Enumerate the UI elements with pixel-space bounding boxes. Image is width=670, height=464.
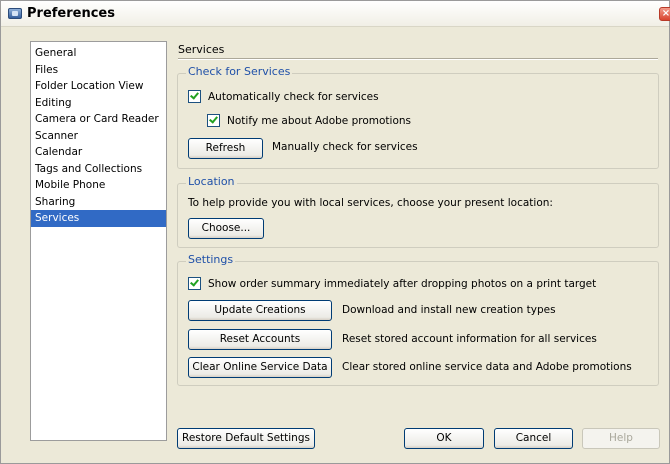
nav-item-general[interactable]: General <box>31 45 166 62</box>
nav-item-camera-or-card-reader[interactable]: Camera or Card Reader <box>31 111 166 128</box>
update-creations-description: Download and install new creation types <box>342 304 556 316</box>
checkmark-icon <box>190 277 199 287</box>
clear-online-service-data-description: Clear stored online service data and Ado… <box>342 361 632 373</box>
nav-item-sharing[interactable]: Sharing <box>31 194 166 211</box>
help-button: Help <box>582 428 660 449</box>
notify-promotions-row[interactable]: Notify me about Adobe promotions <box>207 114 411 127</box>
check-for-services-title: Check for Services <box>186 65 293 78</box>
ok-button[interactable]: OK <box>404 428 484 449</box>
restore-default-settings-button[interactable]: Restore Default Settings <box>177 428 315 449</box>
auto-check-services-row[interactable]: Automatically check for services <box>188 90 379 103</box>
checkmark-icon <box>209 114 218 124</box>
category-list[interactable]: General Files Folder Location View Editi… <box>30 41 167 441</box>
location-title: Location <box>186 175 237 188</box>
nav-item-calendar[interactable]: Calendar <box>31 144 166 161</box>
window-title: Preferences <box>27 6 115 21</box>
nav-item-mobile-phone[interactable]: Mobile Phone <box>31 177 166 194</box>
auto-check-services-checkbox[interactable] <box>188 90 201 103</box>
nav-item-services[interactable]: Services <box>31 210 166 227</box>
preferences-dialog: Preferences × General Files Folder Locat… <box>0 0 670 464</box>
reset-accounts-description: Reset stored account information for all… <box>342 333 597 345</box>
refresh-button[interactable]: Refresh <box>188 138 263 159</box>
app-icon <box>8 8 22 19</box>
order-summary-checkbox[interactable] <box>188 277 201 290</box>
notify-promotions-checkbox[interactable] <box>207 114 220 127</box>
location-description: To help provide you with local services,… <box>188 197 553 209</box>
clear-online-service-data-button[interactable]: Clear Online Service Data <box>188 357 332 378</box>
choose-location-button[interactable]: Choose... <box>188 218 264 239</box>
nav-item-scanner[interactable]: Scanner <box>31 128 166 145</box>
reset-accounts-button[interactable]: Reset Accounts <box>188 329 332 350</box>
cancel-button[interactable]: Cancel <box>494 428 573 449</box>
nav-item-tags-and-collections[interactable]: Tags and Collections <box>31 161 166 178</box>
panel-title: Services <box>178 43 225 56</box>
order-summary-label: Show order summary immediately after dro… <box>208 277 597 290</box>
title-bar[interactable]: Preferences <box>1 1 669 27</box>
settings-title: Settings <box>186 253 236 266</box>
auto-check-services-label: Automatically check for services <box>208 90 379 103</box>
refresh-description: Manually check for services <box>272 141 418 153</box>
order-summary-row[interactable]: Show order summary immediately after dro… <box>188 277 596 290</box>
close-button[interactable]: × <box>659 7 670 21</box>
checkmark-icon <box>190 90 199 100</box>
notify-promotions-label: Notify me about Adobe promotions <box>227 114 411 127</box>
panel-divider <box>178 58 658 60</box>
nav-item-files[interactable]: Files <box>31 62 166 79</box>
nav-item-folder-location-view[interactable]: Folder Location View <box>31 78 166 95</box>
nav-item-editing[interactable]: Editing <box>31 95 166 112</box>
update-creations-button[interactable]: Update Creations <box>188 300 332 321</box>
